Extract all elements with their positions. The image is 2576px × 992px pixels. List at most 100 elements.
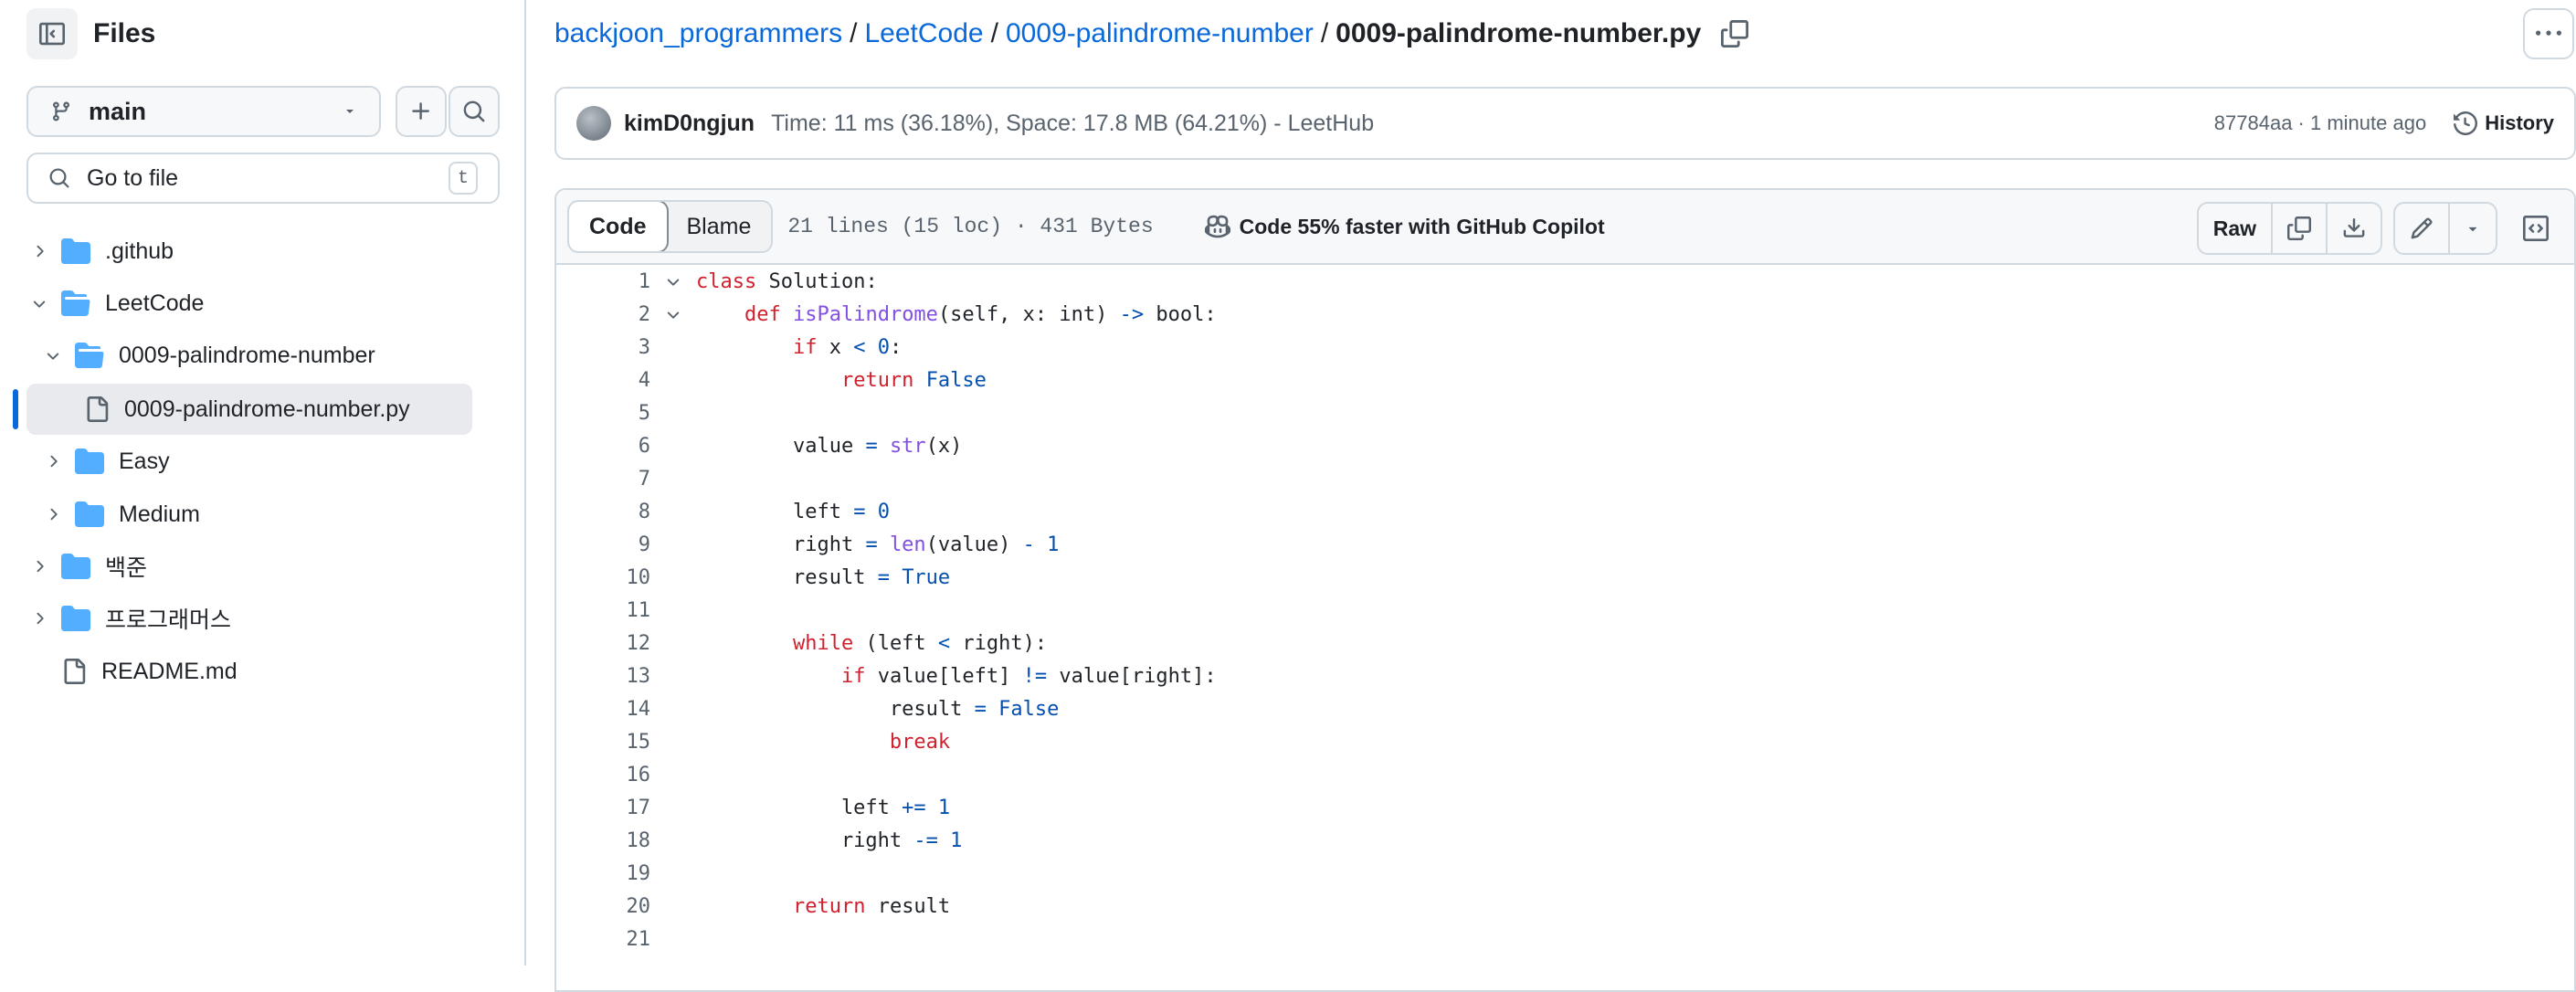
line-number[interactable]: 21 [556, 928, 651, 951]
line-number[interactable]: 5 [556, 402, 650, 425]
breadcrumb-repo-link[interactable]: backjoon_programmers [554, 18, 842, 49]
code-tab[interactable]: Code [569, 202, 669, 251]
code-line[interactable]: 2 def isPalindrome(self, x: int) -> bool… [556, 298, 2574, 331]
download-button[interactable] [2326, 204, 2381, 253]
line-number[interactable]: 3 [556, 336, 650, 359]
search-files-button[interactable] [449, 86, 500, 137]
go-to-file-field[interactable]: t [26, 153, 500, 204]
latest-commit-bar: kimD0ngjun Time: 11 ms (36.18%), Space: … [554, 87, 2576, 160]
tree-item-0009-palindrome-number[interactable]: 0009-palindrome-number [40, 332, 375, 378]
collapse-sidebar-button[interactable] [26, 8, 78, 59]
copy-raw-button[interactable] [2271, 204, 2326, 253]
breadcrumb-current-file: 0009-palindrome-number.py [1336, 18, 1702, 48]
line-number[interactable]: 20 [556, 895, 651, 918]
line-number[interactable]: 15 [556, 731, 651, 754]
code-line[interactable]: 19 [556, 857, 2574, 890]
line-number[interactable]: 1 [556, 270, 650, 293]
breadcrumb-folder-link[interactable]: 0009-palindrome-number [1006, 18, 1314, 49]
sidebar-collapse-icon [39, 22, 65, 46]
copilot-promo-link[interactable]: Code 55% faster with GitHub Copilot [1204, 214, 1605, 239]
line-number[interactable]: 6 [556, 435, 650, 458]
fold-chevron-icon[interactable] [650, 305, 696, 323]
line-number[interactable]: 18 [556, 829, 651, 852]
line-number[interactable]: 19 [556, 862, 651, 885]
line-number[interactable]: 10 [556, 566, 651, 589]
line-number[interactable]: 12 [556, 632, 651, 655]
search-icon [463, 100, 485, 122]
breadcrumb: backjoon_programmers / LeetCode / 0009-p… [554, 18, 1749, 49]
code-line[interactable]: 21 [556, 923, 2574, 955]
code-text: if value[left] != value[right]: [840, 664, 1217, 688]
tree-item-medium[interactable]: Medium [40, 491, 200, 537]
raw-button[interactable]: Raw [2199, 204, 2271, 253]
edit-dropdown-button[interactable] [2448, 204, 2496, 253]
code-line[interactable]: 13 if value[left] != value[right]: [556, 660, 2574, 692]
tree-item-label: .github [105, 237, 174, 264]
commit-message[interactable]: Time: 11 ms (36.18%), Space: 17.8 MB (64… [771, 111, 1374, 137]
line-number[interactable]: 13 [556, 665, 651, 688]
line-number[interactable]: 4 [556, 369, 650, 392]
code-line[interactable]: 12 while (left < right): [556, 627, 2574, 660]
tree-item-baekjoon[interactable]: 백준 [26, 543, 147, 589]
line-number[interactable]: 16 [556, 764, 651, 786]
code-line[interactable]: 3 if x < 0: [556, 331, 2574, 364]
code-line[interactable]: 20 return result [556, 890, 2574, 923]
code-line[interactable]: 6 value = str(x) [556, 429, 2574, 462]
file-actions: Raw [2186, 202, 2563, 255]
chevron-down-icon [40, 346, 66, 364]
code-line[interactable]: 11 [556, 594, 2574, 627]
code-line[interactable]: 8 left = 0 [556, 495, 2574, 528]
line-number[interactable]: 11 [556, 599, 651, 622]
code-line[interactable]: 15 break [556, 725, 2574, 758]
edit-file-button[interactable] [2395, 204, 2448, 253]
code-line[interactable]: 16 [556, 758, 2574, 791]
code-line[interactable]: 14 result = False [556, 692, 2574, 725]
branch-selector[interactable]: main [26, 86, 381, 137]
go-to-file-input[interactable] [85, 164, 449, 193]
fold-chevron-icon[interactable] [650, 272, 696, 290]
breadcrumb-separator: / [1320, 18, 1329, 48]
branch-label: main [89, 97, 147, 125]
line-number[interactable]: 14 [556, 698, 651, 721]
search-icon [49, 168, 69, 188]
blame-tab[interactable]: Blame [667, 202, 772, 251]
code-line[interactable]: 1 class Solution: [556, 265, 2574, 298]
code-line[interactable]: 4 return False [556, 364, 2574, 396]
symbols-panel-button[interactable] [2508, 204, 2563, 253]
line-number[interactable]: 17 [556, 797, 651, 819]
code-line[interactable]: 5 [556, 396, 2574, 429]
tree-item-readme[interactable]: README.md [26, 649, 238, 694]
code-line[interactable]: 7 [556, 462, 2574, 495]
commit-sha-time[interactable]: 87784aa · 1 minute ago [2214, 111, 2426, 135]
copy-path-button[interactable] [1721, 20, 1749, 47]
keyboard-shortcut-hint: t [449, 162, 478, 195]
line-number[interactable]: 2 [556, 303, 650, 326]
code-line[interactable]: 9 right = len(value) - 1 [556, 528, 2574, 561]
folder-icon [75, 500, 104, 529]
tree-item-easy[interactable]: Easy [40, 438, 170, 484]
breadcrumb-separator: / [990, 18, 998, 48]
avatar[interactable] [576, 106, 611, 141]
code-line[interactable]: 10 result = True [556, 561, 2574, 594]
folder-icon [75, 447, 104, 476]
add-file-button[interactable] [396, 86, 447, 137]
code-line[interactable]: 17 left += 1 [556, 791, 2574, 824]
chevron-right-icon [26, 557, 52, 575]
tree-item-0009-palindrome-number-py[interactable]: 0009-palindrome-number.py [84, 386, 410, 432]
code-line[interactable]: 18 right -= 1 [556, 824, 2574, 857]
more-options-button[interactable] [2523, 8, 2574, 59]
code-text: left = 0 [696, 500, 890, 523]
tree-item-programmers[interactable]: 프로그래머스 [26, 596, 231, 641]
download-icon [2343, 218, 2365, 237]
folder-icon [61, 237, 90, 266]
code-text: value = str(x) [696, 434, 963, 458]
commit-author-link[interactable]: kimD0ngjun [624, 111, 755, 137]
tree-item-leetcode[interactable]: LeetCode [26, 280, 204, 326]
line-number[interactable]: 8 [556, 501, 650, 523]
line-number[interactable]: 9 [556, 533, 650, 556]
line-number[interactable]: 7 [556, 468, 650, 491]
breadcrumb-leetcode-link[interactable]: LeetCode [865, 18, 984, 49]
tree-item-github[interactable]: .github [26, 228, 174, 274]
history-button[interactable]: History [2454, 111, 2554, 135]
kebab-horizontal-icon [2536, 30, 2561, 36]
